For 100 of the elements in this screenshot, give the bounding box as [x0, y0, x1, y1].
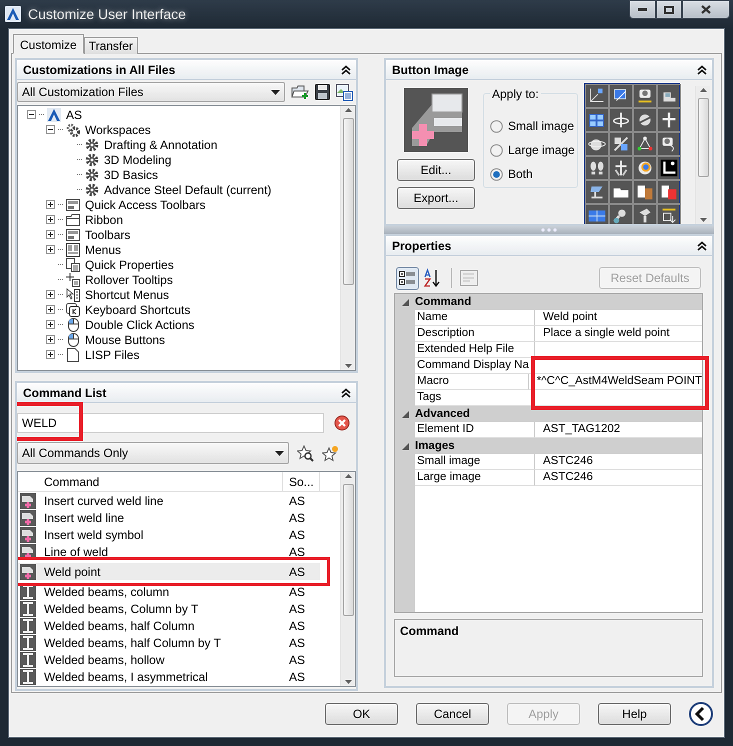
- command-row[interactable]: Welded beams, half Column AS: [18, 617, 320, 634]
- tree-item[interactable]: Menus: [83, 242, 124, 256]
- load-file-icon[interactable]: [336, 84, 353, 100]
- tree-item[interactable]: LISP Files: [83, 348, 142, 362]
- tree-item[interactable]: Drafting & Annotation: [102, 138, 220, 152]
- command-row[interactable]: Welded beams, I asymmetrical AS: [18, 668, 320, 685]
- collapse-toggle-icon[interactable]: [46, 125, 55, 134]
- categorized-button[interactable]: [396, 266, 419, 290]
- collapse-triangle-icon[interactable]: [402, 298, 408, 306]
- icon-palette[interactable]: [584, 83, 680, 224]
- tree-item[interactable]: Toolbars: [83, 228, 132, 242]
- file-filter-dropdown[interactable]: All Customization Files: [17, 82, 285, 102]
- column-header[interactable]: Command: [38, 472, 283, 492]
- tree-item[interactable]: 3D Basics: [102, 168, 160, 182]
- dialog-button[interactable]: OK: [325, 703, 398, 725]
- minimize-button[interactable]: [629, 0, 656, 19]
- new-star-icon[interactable]: [322, 444, 339, 462]
- tree-item[interactable]: AS: [64, 108, 84, 122]
- scroll-up-icon[interactable]: [700, 88, 706, 92]
- tree-item[interactable]: Ribbon: [83, 212, 126, 226]
- radio-button[interactable]: [490, 168, 503, 180]
- category-label: Images: [415, 440, 455, 452]
- tree-item[interactable]: Double Click Actions: [83, 318, 196, 332]
- scroll-down-icon[interactable]: [700, 218, 706, 222]
- tool-icon[interactable]: [658, 157, 680, 179]
- source-cell-text: AS: [288, 564, 306, 578]
- scroll-up-icon[interactable]: [344, 474, 352, 478]
- column-header[interactable]: So...: [283, 472, 320, 492]
- close-icon: [701, 5, 711, 14]
- command-row[interactable]: Welded beams, half Column by T AS: [18, 634, 320, 651]
- tree-item[interactable]: Shortcut Menus: [83, 288, 172, 302]
- tree-item[interactable]: Mouse Buttons: [83, 332, 168, 346]
- gear-icon: [85, 152, 99, 166]
- tree-item[interactable]: Advance Steel Default (current): [102, 182, 274, 196]
- scroll-down-icon[interactable]: [344, 680, 352, 684]
- collapse-triangle-icon[interactable]: [402, 410, 408, 418]
- edit-button[interactable]: Edit...: [397, 159, 475, 181]
- panel-title: Button Image: [392, 62, 469, 76]
- ribbon-icon: [66, 212, 80, 226]
- scroll-thumb[interactable]: [342, 484, 354, 616]
- property-name: Large image: [415, 470, 535, 486]
- expand-toggle-icon[interactable]: [46, 245, 55, 254]
- collapse-left-icon[interactable]: [689, 702, 713, 726]
- collapse-icon[interactable]: [340, 64, 352, 76]
- command-row[interactable]: Line of weld AS: [18, 543, 320, 560]
- close-button[interactable]: [682, 0, 730, 19]
- find-star-icon[interactable]: [297, 444, 314, 462]
- tab[interactable]: Customize: [13, 34, 84, 54]
- collapse-toggle-icon[interactable]: [27, 110, 36, 119]
- maximize-button[interactable]: [656, 0, 682, 19]
- minimize-icon: [638, 8, 647, 11]
- command-row[interactable]: Welded beams, hollow AS: [18, 651, 320, 668]
- properties-icon: [66, 258, 80, 272]
- tree-item[interactable]: Quick Properties: [83, 258, 176, 272]
- clear-search-icon[interactable]: [334, 415, 350, 431]
- expand-toggle-icon[interactable]: [46, 230, 55, 239]
- expand-toggle-icon[interactable]: [46, 290, 55, 299]
- dialog-button[interactable]: Help: [598, 703, 671, 725]
- tab[interactable]: Transfer: [84, 37, 138, 54]
- scroll-up-icon[interactable]: [344, 108, 352, 112]
- open-file-icon[interactable]: [291, 84, 309, 100]
- export-button[interactable]: Export...: [397, 187, 475, 209]
- scrollbar[interactable]: [340, 472, 355, 686]
- scrollbar[interactable]: [340, 106, 355, 370]
- command-row[interactable]: Insert weld symbol AS: [18, 526, 320, 543]
- tree-item[interactable]: Quick Access Toolbars: [83, 198, 208, 212]
- command-row[interactable]: Welded beams, Column by T AS: [18, 600, 320, 617]
- scrollbar[interactable]: [695, 86, 710, 224]
- command-row[interactable]: Insert weld line AS: [18, 509, 320, 526]
- collapse-icon[interactable]: [696, 64, 708, 76]
- radio-button[interactable]: [490, 120, 503, 132]
- scroll-thumb[interactable]: [698, 98, 708, 177]
- expand-toggle-icon[interactable]: [46, 215, 55, 224]
- expand-toggle-icon[interactable]: [46, 200, 55, 209]
- expand-toggle-icon[interactable]: [46, 350, 55, 359]
- tooltip-icon: [66, 272, 80, 286]
- toolbar-icon: [66, 198, 80, 212]
- expand-toggle-icon[interactable]: [46, 305, 55, 314]
- expand-toggle-icon[interactable]: [46, 320, 55, 329]
- tree-item[interactable]: Workspaces: [83, 122, 153, 136]
- save-icon[interactable]: [315, 84, 330, 100]
- command-name: Welded beams, half Column: [43, 618, 196, 632]
- command-filter-dropdown[interactable]: All Commands Only: [17, 442, 289, 464]
- tree-item[interactable]: 3D Modeling: [102, 152, 174, 166]
- expand-toggle-icon[interactable]: [46, 335, 55, 344]
- scroll-down-icon[interactable]: [344, 364, 352, 368]
- collapse-icon[interactable]: [696, 240, 708, 252]
- collapse-icon[interactable]: [340, 386, 352, 398]
- command-row[interactable]: Weld point AS: [18, 563, 320, 580]
- grip-icon[interactable]: [541, 228, 557, 232]
- collapse-triangle-icon[interactable]: [402, 442, 408, 450]
- scroll-thumb[interactable]: [342, 118, 354, 285]
- command-row[interactable]: Welded beams, column AS: [18, 583, 320, 600]
- search-field[interactable]: WELD: [17, 413, 324, 433]
- command-row[interactable]: Insert curved weld line AS: [18, 492, 320, 509]
- radio-button[interactable]: [490, 144, 503, 156]
- tree-item[interactable]: Keyboard Shortcuts: [83, 302, 192, 316]
- dialog-button[interactable]: Cancel: [416, 703, 489, 725]
- source-cell-text: AS: [288, 528, 306, 542]
- tree-item[interactable]: Rollover Tooltips: [83, 272, 175, 286]
